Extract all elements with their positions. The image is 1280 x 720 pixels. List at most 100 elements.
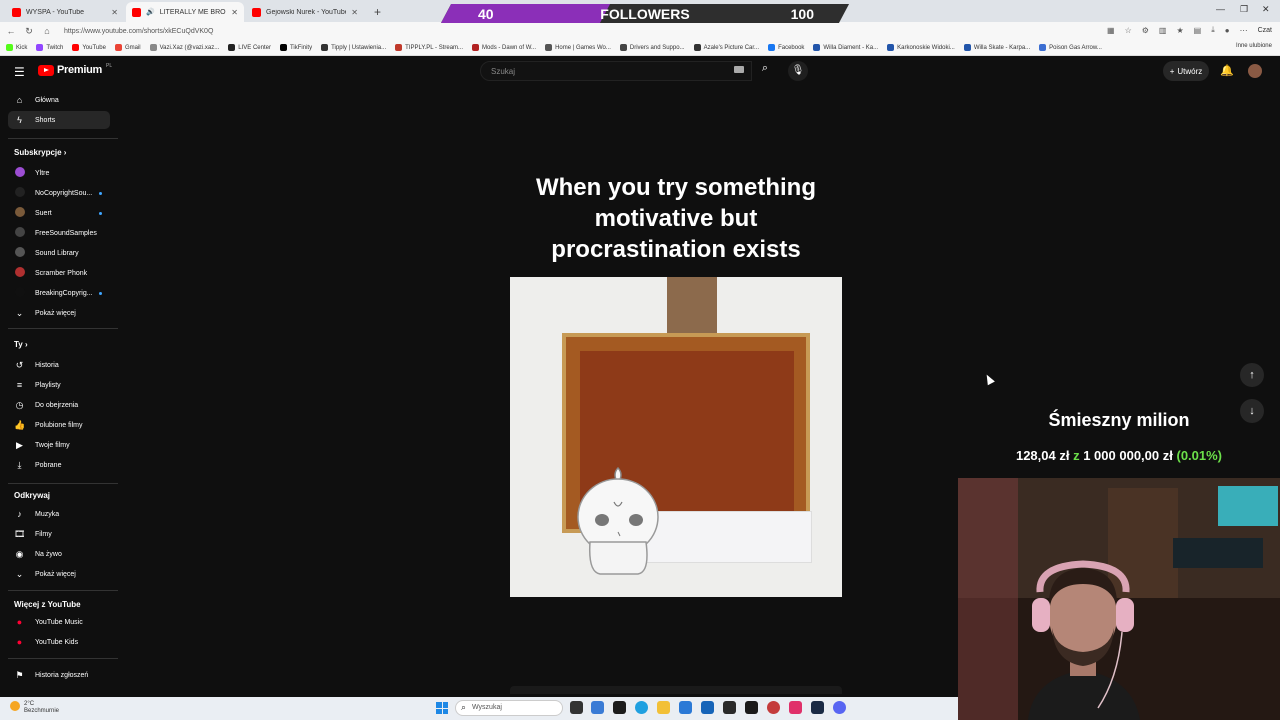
- youtube-logo[interactable]: Premium PL: [38, 63, 112, 76]
- sidebar-item[interactable]: FreeSoundSamples: [8, 224, 110, 242]
- create-button[interactable]: + Utwórz: [1163, 61, 1209, 81]
- browser-tab[interactable]: WYSPA - YouTube ✕: [6, 2, 124, 22]
- sidebar-item-report-history[interactable]: ⚑ Historia zgłoszeń: [8, 666, 110, 684]
- subscriptions-heading[interactable]: Subskrypcje ›: [14, 148, 66, 157]
- tiktok-icon[interactable]: [789, 701, 802, 714]
- app-icon[interactable]: [745, 701, 758, 714]
- browser-tab[interactable]: Gejowski Nurek - YouTube ✕: [246, 2, 364, 22]
- downloads-icon[interactable]: ⤓: [1211, 25, 1215, 35]
- menu-dots-icon[interactable]: ⋯: [1240, 26, 1248, 35]
- taskbar-search-input[interactable]: Wyszukaj: [455, 700, 563, 716]
- close-window-icon[interactable]: ✕: [1262, 4, 1270, 15]
- minimize-icon[interactable]: —: [1216, 4, 1225, 14]
- bookmark-item[interactable]: Vazi.Xaz (@vazi.xaz...: [149, 44, 219, 51]
- sidebar-item[interactable]: 👍 Polubione filmy: [8, 416, 110, 434]
- task-view-icon[interactable]: [570, 701, 583, 714]
- sidebar-item[interactable]: ♪ Muzyka: [8, 505, 110, 523]
- bookmark-item[interactable]: LIVE Center: [228, 44, 271, 51]
- sidebar-item[interactable]: Suert: [8, 204, 110, 222]
- donation-connector: z: [1073, 448, 1080, 463]
- audio-icon[interactable]: 🔊: [146, 8, 155, 16]
- bookmark-item[interactable]: TIPPLY.PL - Stream...: [395, 44, 463, 51]
- favorite-star-icon[interactable]: ☆: [1125, 26, 1132, 35]
- tab-close-icon[interactable]: ✕: [111, 8, 118, 17]
- keyboard-icon[interactable]: [734, 66, 744, 73]
- you-heading[interactable]: Ty ›: [14, 340, 28, 349]
- sidebar-item-label: Sound Library: [35, 249, 79, 257]
- bookmark-item[interactable]: Facebook: [768, 44, 804, 51]
- sidebar-item[interactable]: ↺ Historia: [8, 356, 110, 374]
- sidebar-item[interactable]: ▶ Twoje filmy: [8, 436, 110, 454]
- sidebar-item[interactable]: Scramber Phonk: [8, 264, 110, 282]
- sidebar-item[interactable]: 🎞 Filmy: [8, 525, 110, 543]
- bookmark-item[interactable]: Mods - Dawn of W...: [472, 44, 536, 51]
- sidebar-item[interactable]: Yltre: [8, 164, 110, 182]
- tab-close-icon[interactable]: ✕: [351, 8, 358, 17]
- bookmark-item[interactable]: Kick: [6, 44, 27, 51]
- tab-close-icon[interactable]: ✕: [231, 8, 238, 17]
- browser-tab-active[interactable]: 🔊 LITERALLY ME BRO Fart Fanfic ✕: [126, 2, 244, 22]
- bookmark-item[interactable]: TikFinity: [279, 44, 312, 51]
- url-field[interactable]: https://www.youtube.com/shorts/xkECuQdVK…: [64, 28, 213, 35]
- favorites-icon[interactable]: ★: [1176, 26, 1183, 35]
- steam-icon[interactable]: [811, 701, 824, 714]
- maximize-icon[interactable]: ❐: [1240, 4, 1248, 15]
- show-more-explore[interactable]: ⌄ Pokaż więcej: [8, 565, 110, 583]
- bookmark-item[interactable]: Home | Games Wo...: [545, 44, 611, 51]
- sidebar-item-shorts[interactable]: ϟ Shorts: [8, 111, 110, 129]
- notifications-bell-icon[interactable]: 🔔: [1220, 64, 1234, 77]
- bookmark-item[interactable]: Azale's Picture Car...: [693, 44, 759, 51]
- search-icon[interactable]: ⌕: [754, 62, 776, 80]
- sidebar-item[interactable]: ◷ Do obejrzenia: [8, 396, 110, 414]
- weather-widget[interactable]: 2°C Bezchmurnie: [10, 701, 59, 715]
- collections-icon[interactable]: ▤: [1194, 26, 1202, 35]
- create-label: Utwórz: [1177, 66, 1203, 76]
- app-icon[interactable]: [723, 701, 736, 714]
- bookmark-item[interactable]: Willa Skate - Karpa...: [963, 44, 1030, 51]
- sidebar-item[interactable]: ◉ Na żywo: [8, 545, 110, 563]
- split-screen-icon[interactable]: ▥: [1159, 26, 1167, 35]
- app-icon[interactable]: ▦: [1107, 26, 1115, 35]
- discord-icon[interactable]: [833, 701, 846, 714]
- file-explorer-icon[interactable]: [657, 701, 670, 714]
- microphone-icon[interactable]: 🎙: [788, 61, 808, 81]
- bookmark-item[interactable]: Willa Diament - Ka...: [813, 44, 878, 51]
- store-icon[interactable]: [679, 701, 692, 714]
- previous-short-button[interactable]: ↑: [1240, 363, 1264, 387]
- back-icon[interactable]: ←: [6, 26, 16, 36]
- app-icon[interactable]: [767, 701, 780, 714]
- extensions-icon[interactable]: ⚙: [1142, 26, 1149, 35]
- sidebar-item[interactable]: ● YouTube Music: [8, 613, 110, 631]
- windows-start-icon[interactable]: [436, 702, 448, 714]
- hamburger-menu-icon[interactable]: ☰: [14, 65, 25, 79]
- divider: [8, 658, 118, 659]
- sidebar-item[interactable]: ⤓ Pobrane: [8, 456, 110, 474]
- sidebar-item[interactable]: Sound Library: [8, 244, 110, 262]
- other-favorites[interactable]: Inne ulubione: [1236, 43, 1272, 49]
- new-tab-button[interactable]: +: [366, 2, 389, 22]
- show-more-subscriptions[interactable]: ⌄ Pokaż więcej: [8, 304, 110, 322]
- bookmark-item[interactable]: Poison Gas Arrow...: [1039, 44, 1102, 51]
- sidebar-item[interactable]: NoCopyrightSou...: [8, 184, 110, 202]
- widgets-icon[interactable]: [591, 701, 604, 714]
- bookmark-item[interactable]: Karkonoskie Widoki...: [887, 44, 955, 51]
- edge-icon[interactable]: [635, 701, 648, 714]
- avatar[interactable]: [1248, 64, 1262, 78]
- app-icon[interactable]: [613, 701, 626, 714]
- bookmark-item[interactable]: Drivers and Suppo...: [619, 44, 685, 51]
- home-icon[interactable]: ⌂: [42, 26, 52, 36]
- sidebar-item[interactable]: ● YouTube Kids: [8, 633, 110, 651]
- sidebar-item-home[interactable]: ⌂ Główna: [8, 91, 110, 109]
- copilot-button[interactable]: Czat: [1258, 27, 1272, 34]
- bookmark-item[interactable]: Twitch: [36, 44, 63, 51]
- app-icon[interactable]: [701, 701, 714, 714]
- sidebar-item[interactable]: BreakingCopyrig...: [8, 284, 110, 302]
- bookmark-item[interactable]: Gmail: [114, 44, 141, 51]
- bookmark-item[interactable]: Tipply | Ustawienia...: [321, 44, 386, 51]
- refresh-icon[interactable]: ↻: [24, 26, 34, 37]
- search-input[interactable]: Szukaj: [480, 61, 752, 81]
- bookmark-item[interactable]: YouTube: [72, 44, 106, 51]
- sidebar-item[interactable]: ≡ Playlisty: [8, 376, 110, 394]
- profile-icon[interactable]: ●: [1225, 26, 1230, 35]
- short-video-player[interactable]: [510, 277, 842, 597]
